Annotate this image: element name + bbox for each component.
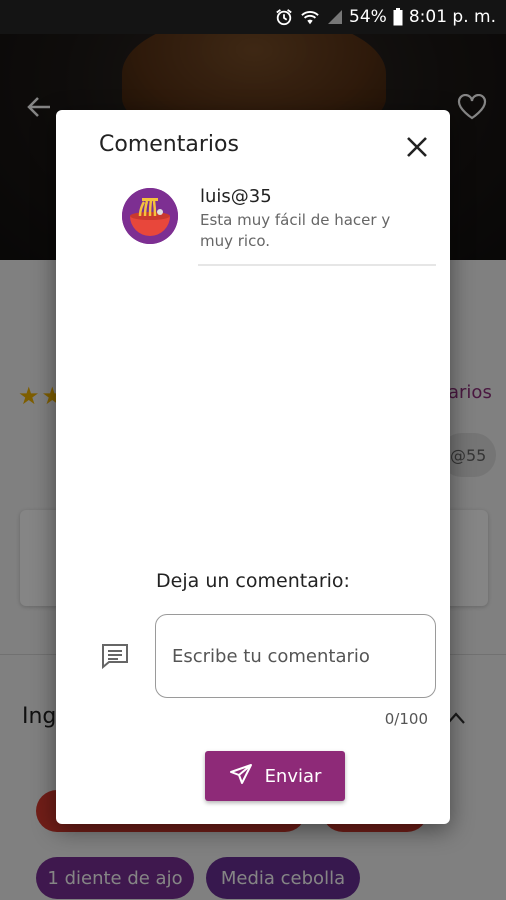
clock: 8:01 p. m. (408, 7, 496, 27)
character-counter: 0/100 (384, 710, 428, 728)
battery-percentage: 54% (349, 7, 387, 27)
comment-item: luis@35 Esta muy fácil de hacer y muy ri… (120, 184, 436, 266)
send-label: Enviar (264, 765, 322, 787)
comments-dialog: Comentarios luis@35 Esta muy fácil de ha… (56, 110, 450, 824)
send-button[interactable]: Enviar (205, 751, 345, 801)
wifi-icon (299, 8, 321, 26)
leave-comment-label: Deja un comentario: (156, 570, 350, 592)
status-bar: 54% 8:01 p. m. (0, 0, 506, 34)
comment-divider (198, 264, 436, 266)
dialog-title: Comentarios (99, 132, 239, 157)
close-icon[interactable] (402, 132, 432, 162)
alarm-icon (275, 8, 293, 26)
comment-username: luis@35 (200, 186, 272, 207)
send-icon (229, 763, 253, 790)
comment-input[interactable] (155, 614, 436, 698)
comment-text: Esta muy fácil de hacer y muy rico. (200, 211, 391, 250)
comment-icon (100, 642, 130, 670)
avatar (122, 188, 178, 244)
battery-icon (393, 8, 403, 26)
signal-icon (327, 9, 343, 25)
